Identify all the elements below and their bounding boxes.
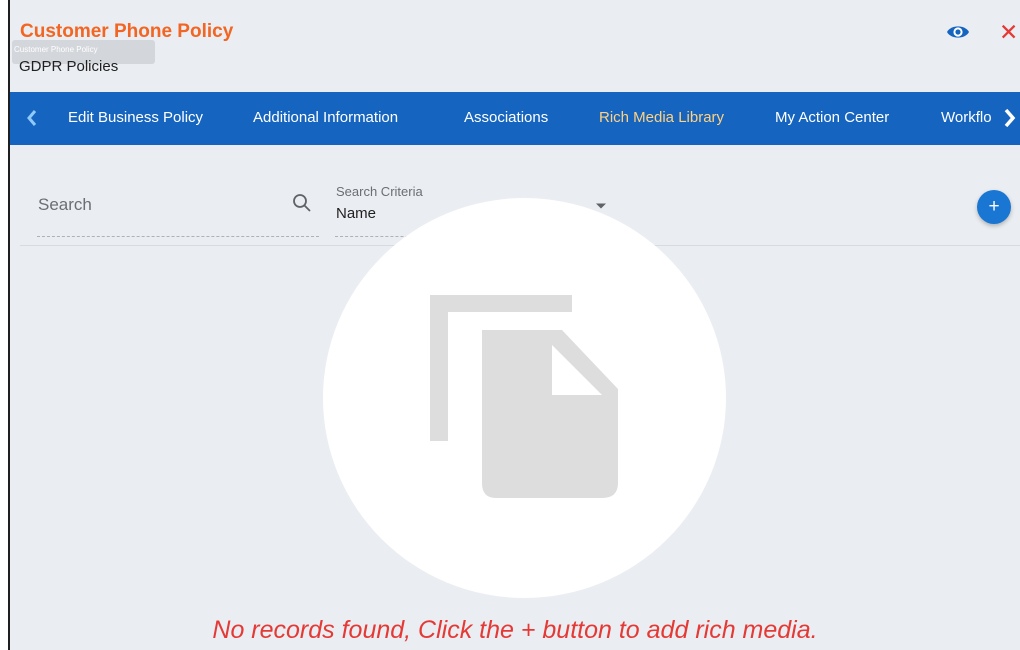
window-edge [0,0,8,650]
document-copy-icon [430,295,618,498]
tab-additional-information[interactable]: Additional Information [253,109,398,126]
page-title: Customer Phone Policy [20,21,234,42]
tab-my-action-center[interactable]: My Action Center [775,109,889,126]
panel-header: Customer Phone Policy Customer Phone Pol… [10,0,1020,92]
caret-down-icon [596,203,606,209]
search-icon[interactable] [292,193,312,213]
tab-edit-business-policy[interactable]: Edit Business Policy [68,109,203,126]
search-criteria-label: Search Criteria [336,184,423,199]
ghost-tooltip-text: Customer Phone Policy [14,45,98,54]
chevron-right-icon [1004,108,1016,128]
tab-bar: Edit Business Policy Additional Informat… [10,92,1020,145]
search-input[interactable]: Search [37,174,319,237]
chevron-left-icon[interactable] [24,106,40,130]
eye-icon[interactable] [946,22,970,42]
scroll-right-button[interactable] [1000,92,1020,145]
tab-workflow[interactable]: Workflo [941,109,992,126]
tab-rich-media-library[interactable]: Rich Media Library [599,109,724,126]
search-criteria-value: Name [336,205,377,222]
tab-associations[interactable]: Associations [464,109,548,126]
search-placeholder: Search [38,195,92,214]
close-icon[interactable]: ✕ [999,18,1018,46]
add-rich-media-button[interactable]: + [977,190,1011,224]
page-subtitle: GDPR Policies [19,58,119,75]
empty-state-message: No records found, Click the + button to … [212,616,818,644]
plus-icon: + [988,196,1000,217]
rich-media-panel: Customer Phone Policy Customer Phone Pol… [10,0,1020,650]
